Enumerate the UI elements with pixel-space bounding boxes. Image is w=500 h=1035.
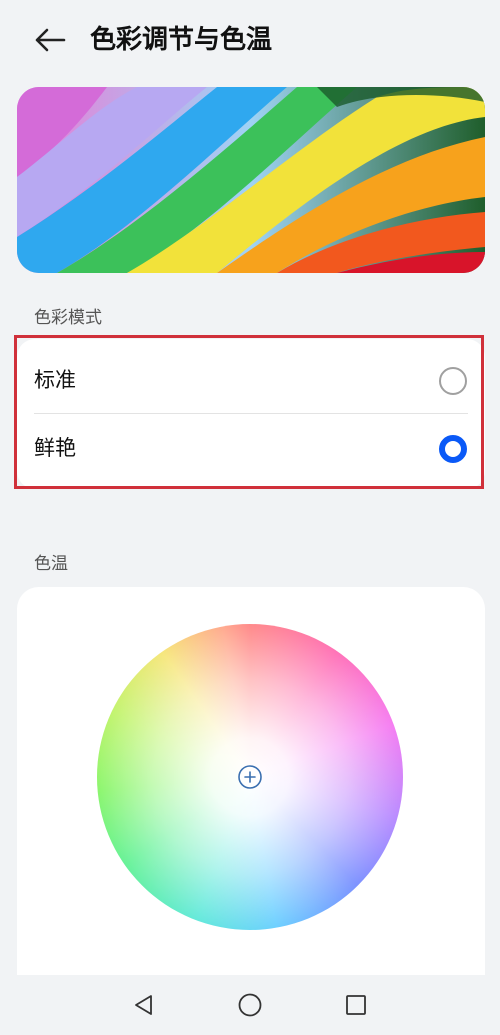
color-mode-label: 色彩模式: [34, 308, 102, 328]
plus-circle-icon[interactable]: [237, 764, 263, 790]
back-button[interactable]: [28, 18, 72, 62]
nav-back-button[interactable]: [128, 989, 160, 1021]
option-standard-label: 标准: [34, 368, 76, 392]
triangle-back-icon: [135, 995, 152, 1015]
circle-home-icon: [238, 993, 262, 1017]
divider: [34, 413, 468, 414]
color-wheel[interactable]: [97, 624, 403, 930]
color-temperature-label: 色温: [34, 554, 68, 574]
option-vivid[interactable]: 鲜艳: [17, 415, 485, 481]
radio-vivid[interactable]: [439, 435, 467, 463]
option-standard[interactable]: 标准: [17, 347, 485, 413]
color-mode-card: 标准 鲜艳: [17, 339, 485, 489]
arrow-left-icon: [35, 28, 66, 52]
option-vivid-label: 鲜艳: [34, 436, 76, 460]
nav-home-button[interactable]: [234, 989, 266, 1021]
page-title: 色彩调节与色温: [90, 25, 273, 55]
square-recents-icon: [346, 995, 366, 1015]
nav-recents-button[interactable]: [340, 989, 372, 1021]
color-preview-image: [17, 87, 485, 273]
radio-standard[interactable]: [439, 367, 467, 395]
system-nav-bar: [0, 975, 500, 1035]
header: 色彩调节与色温: [0, 0, 500, 80]
color-temperature-card: [17, 587, 485, 997]
